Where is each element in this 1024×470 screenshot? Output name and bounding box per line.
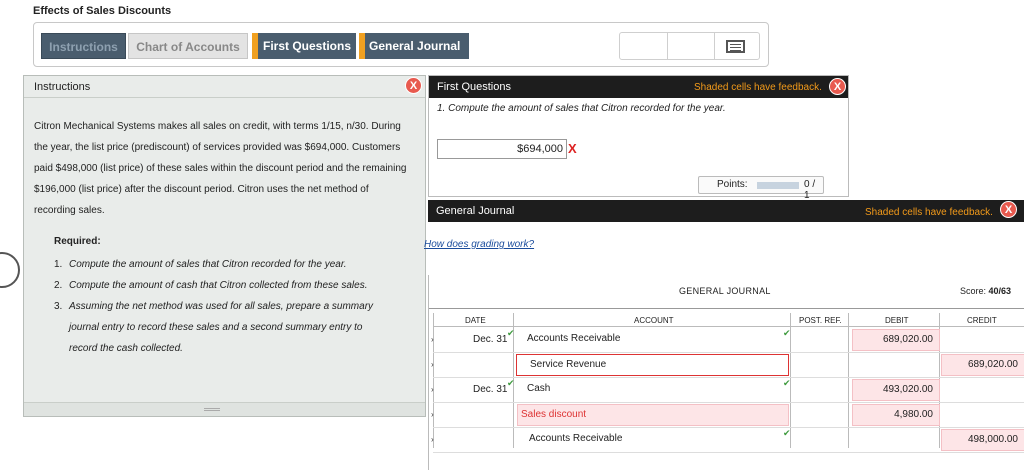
table-top-rule bbox=[429, 308, 1024, 309]
row-credit[interactable]: 689,020.00 bbox=[941, 354, 1024, 376]
row-marker: › bbox=[431, 410, 434, 419]
close-icon[interactable]: X bbox=[405, 77, 422, 94]
row-credit[interactable]: 498,000.00 bbox=[941, 429, 1024, 451]
instructions-title: Instructions bbox=[34, 81, 91, 93]
check-icon: ✔ bbox=[783, 328, 791, 338]
row-debit[interactable]: 689,020.00 bbox=[852, 329, 940, 351]
required-item-number: 1. bbox=[54, 259, 63, 270]
close-icon[interactable]: X bbox=[1000, 201, 1017, 218]
instructions-line: the year, the list price (prediscount) o… bbox=[34, 142, 401, 153]
row-rule bbox=[433, 402, 1024, 403]
required-item: 1. Compute the amount of sales that Citro… bbox=[54, 254, 414, 275]
instructions-panel: Instructions X Citron Mechanical Systems… bbox=[23, 75, 426, 417]
instructions-line: paid $498,000 (list price) of these sale… bbox=[34, 163, 407, 174]
tab-chart-of-accounts[interactable]: Chart of Accounts bbox=[128, 33, 248, 59]
row-rule bbox=[433, 377, 1024, 378]
required-item-text: Compute the amount of cash that Citron c… bbox=[69, 280, 368, 291]
toolbar-divider bbox=[667, 33, 668, 59]
row-marker: › bbox=[431, 435, 434, 444]
tab-general-journal[interactable]: General Journal bbox=[359, 33, 469, 59]
general-journal-title: General Journal bbox=[436, 205, 515, 217]
column-header-credit: CREDIT bbox=[967, 316, 997, 325]
row-marker: › bbox=[431, 385, 434, 394]
toolbar-group bbox=[619, 32, 760, 60]
required-list: 1. Compute the amount of sales that Citro… bbox=[54, 254, 414, 359]
tab-bar: Instructions Chart of Accounts First Que… bbox=[33, 22, 769, 67]
check-icon: ✔ bbox=[507, 328, 515, 338]
question-text: 1. Compute the amount of sales that Citr… bbox=[437, 103, 726, 114]
tab-instructions[interactable]: Instructions bbox=[41, 33, 126, 59]
close-icon[interactable]: X bbox=[829, 78, 846, 95]
instructions-line: $196,000 (list price) after the discount… bbox=[34, 184, 369, 195]
page-title: Effects of Sales Discounts bbox=[33, 5, 172, 17]
instructions-body: Citron Mechanical Systems makes all sale… bbox=[34, 116, 420, 221]
required-item-continuation: journal entry to record these sales and … bbox=[69, 322, 363, 333]
instructions-header: Instructions bbox=[24, 76, 425, 98]
row-marker: › bbox=[431, 360, 434, 369]
row-date[interactable]: Dec. 31 bbox=[473, 334, 507, 345]
score-display: Score: 40/63 bbox=[960, 286, 1011, 296]
row-account[interactable]: Cash bbox=[517, 379, 788, 401]
answer-input[interactable]: $694,000 bbox=[437, 139, 567, 159]
required-item-text: Compute the amount of sales that Citron … bbox=[69, 259, 347, 270]
row-marker: › bbox=[431, 335, 434, 344]
points-indicator: Points: 0 / 1 bbox=[698, 176, 824, 201]
instructions-line: recording sales. bbox=[34, 205, 105, 216]
row-account[interactable]: Accounts Receivable bbox=[517, 329, 788, 351]
first-questions-panel: First Questions Shaded cells have feedba… bbox=[428, 75, 849, 201]
score-value: 40/63 bbox=[988, 286, 1012, 296]
row-account[interactable]: Accounts Receivable bbox=[517, 429, 788, 451]
general-journal-header-bar: General Journal Shaded cells have feedba… bbox=[428, 200, 1024, 222]
calculator-icon[interactable] bbox=[726, 40, 745, 53]
check-icon: ✔ bbox=[783, 378, 791, 388]
column-header-post-ref: POST. REF. bbox=[799, 316, 842, 325]
points-progress-bar bbox=[757, 182, 799, 189]
side-nav-icon[interactable] bbox=[0, 252, 20, 288]
required-item-number: 3. bbox=[54, 301, 63, 312]
required-item: 2. Compute the amount of cash that Citron… bbox=[54, 275, 414, 296]
points-label: Points: bbox=[717, 179, 748, 190]
feedback-note: Shaded cells have feedback. bbox=[865, 207, 993, 218]
row-date[interactable]: Dec. 31 bbox=[473, 384, 507, 395]
feedback-note: Shaded cells have feedback. bbox=[694, 82, 822, 93]
check-icon: ✔ bbox=[507, 378, 515, 388]
required-item-continuation: record the cash collected. bbox=[69, 343, 183, 354]
points-value: 0 / 1 bbox=[804, 179, 816, 201]
grip-icon bbox=[204, 408, 220, 411]
tab-first-questions[interactable]: First Questions bbox=[252, 33, 356, 59]
row-debit[interactable]: 4,980.00 bbox=[852, 404, 940, 426]
row-debit[interactable]: 493,020.00 bbox=[852, 379, 940, 401]
column-header-debit: DEBIT bbox=[885, 316, 909, 325]
check-icon: ✔ bbox=[783, 428, 791, 438]
required-label: Required: bbox=[54, 236, 101, 247]
required-item-text: Assuming the net method was used for all… bbox=[69, 301, 374, 312]
grading-help-link[interactable]: How does grading work? bbox=[424, 239, 534, 250]
toolbar-divider bbox=[714, 33, 715, 59]
required-item-number: 2. bbox=[54, 280, 63, 291]
header-rule bbox=[433, 326, 1024, 327]
instructions-line: Citron Mechanical Systems makes all sale… bbox=[34, 121, 401, 132]
first-questions-title: First Questions bbox=[437, 81, 511, 93]
column-header-date: DATE bbox=[465, 316, 486, 325]
row-rule bbox=[433, 452, 1024, 453]
general-journal-table: GENERAL JOURNAL Score: 40/63 DATE ACCOUN… bbox=[428, 275, 1024, 470]
score-label: Score: bbox=[960, 286, 987, 296]
required-item: 3. Assuming the net method was used for a… bbox=[54, 296, 414, 317]
panel-resize-handle[interactable] bbox=[24, 402, 425, 416]
row-account[interactable]: Service Revenue bbox=[516, 354, 789, 376]
row-account[interactable]: Sales discount bbox=[517, 404, 789, 426]
column-header-account: ACCOUNT bbox=[634, 316, 674, 325]
row-rule bbox=[433, 352, 1024, 353]
journal-title: GENERAL JOURNAL bbox=[679, 286, 771, 296]
incorrect-mark-icon: X bbox=[568, 141, 577, 156]
row-rule bbox=[433, 427, 1024, 428]
